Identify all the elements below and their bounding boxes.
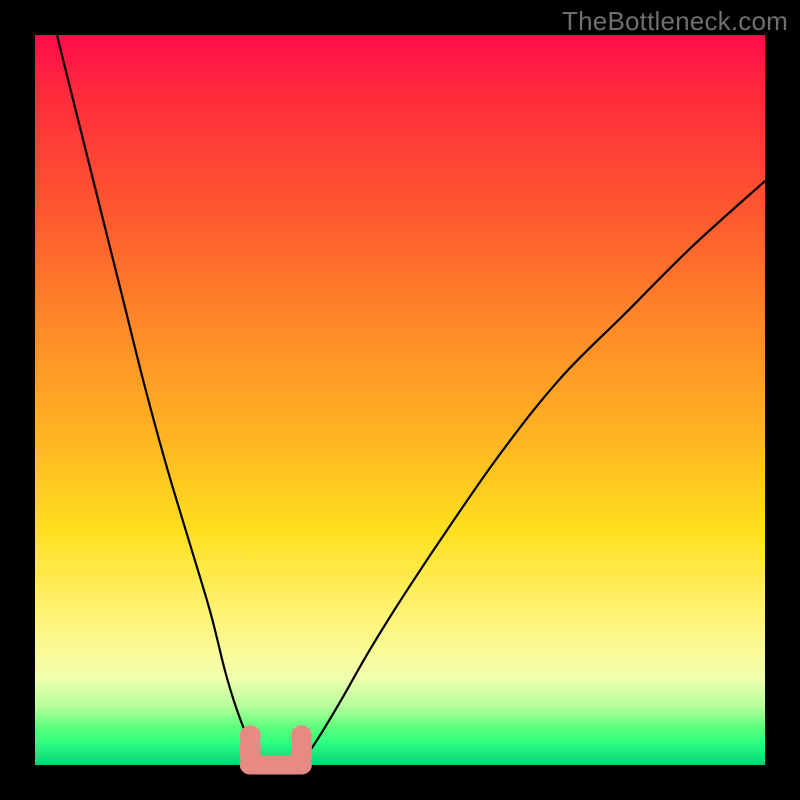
curve-right-branch xyxy=(298,181,765,765)
watermark-text: TheBottleneck.com xyxy=(562,6,788,37)
curve-layer xyxy=(35,35,765,765)
curve-left-branch xyxy=(57,35,269,765)
plot-area xyxy=(35,35,765,765)
marker-blob xyxy=(240,726,311,774)
chart-frame: TheBottleneck.com xyxy=(0,0,800,800)
